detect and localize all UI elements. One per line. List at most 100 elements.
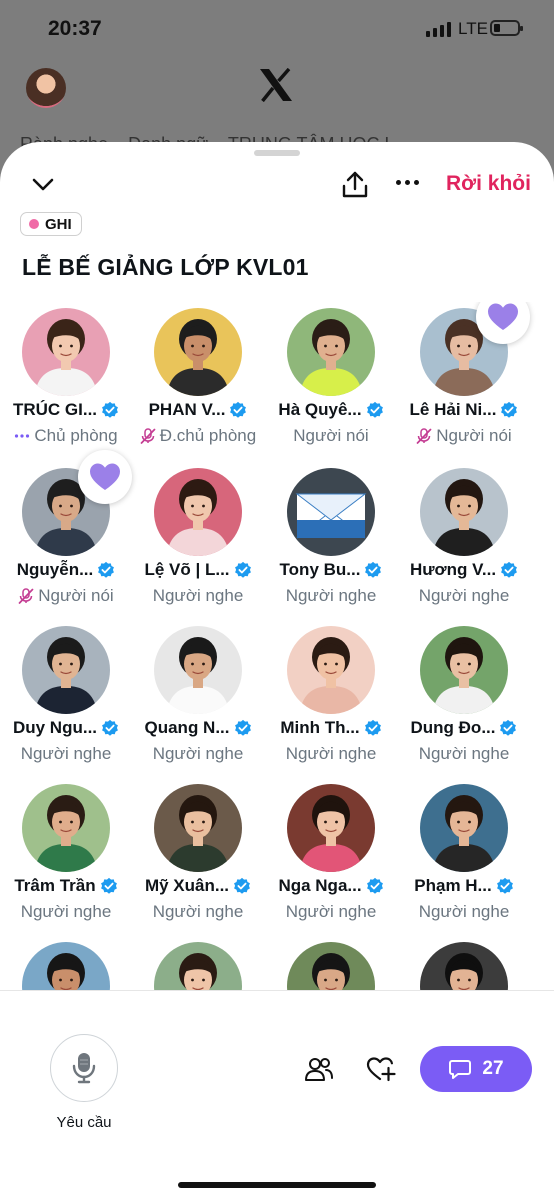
participant-name-row: Minh Th... [265,718,397,738]
participant-name-row: Tony Bu... [265,560,397,580]
participant-name: Lê Hải Ni... [409,400,497,419]
participant-card[interactable]: Minh Th... Người nghe [265,620,397,770]
verified-badge-icon [234,561,251,578]
participant-name: Duy Ngu... [12,718,98,737]
participant-avatar[interactable] [420,626,508,714]
participant-card[interactable]: TRÚC GI... Chủ phòng [0,302,132,452]
participant-avatar[interactable] [287,308,375,396]
participant-name-row: Dung Đo... [398,718,530,738]
participant-name: Nga Nga... [278,876,362,895]
participant-name-row: Duy Ngu... [0,718,132,738]
participant-role-row: Người nghe [265,902,397,922]
reaction-heart-icon [78,450,132,504]
participant-avatar[interactable] [22,784,110,872]
participant-role: Người nói [38,586,114,605]
divider [0,990,554,991]
participant-name-row: Quang N... [132,718,264,738]
heart-plus-icon[interactable] [366,1056,396,1082]
participant-card[interactable]: Phạm H... Người nghe [398,778,530,928]
mic-muted-icon [18,588,34,604]
participant-card[interactable]: Quang N... Người nghe [132,620,264,770]
comment-bubble-icon [449,1060,472,1079]
participant-role: Người nói [436,426,512,445]
status-bar: 20:37 LTE [0,0,554,60]
participant-card[interactable]: Duy Ngu... Người nghe [0,620,132,770]
participant-avatar[interactable] [420,468,508,556]
participant-role-row: Người nghe [398,744,530,764]
participant-card[interactable] [132,936,264,990]
participant-name-row: Nguyễn... [0,560,132,580]
participant-card[interactable]: Tony Bu... Người nghe [265,462,397,612]
participant-name: PHAN V... [148,400,226,419]
participant-role-row: Người nghe [265,586,397,606]
share-icon[interactable] [340,170,370,200]
participant-avatar[interactable] [22,308,110,396]
participants-grid: TRÚC GI... Chủ phòng PHAN V... Đ.chủ phòng H… [0,302,554,990]
participant-avatar[interactable] [154,942,242,990]
request-mic-button[interactable] [50,1034,118,1102]
participant-name: Dung Đo... [410,718,496,737]
participant-role: Người nghe [418,586,510,605]
verified-badge-icon [496,877,513,894]
people-icon[interactable] [304,1056,334,1082]
verified-badge-icon [501,561,517,578]
home-indicator[interactable] [178,1182,376,1188]
participant-role: Người nghe [20,744,112,763]
participant-card[interactable] [0,936,132,990]
participant-name-row: Hương V... [398,560,530,580]
network-type: LTE [458,19,488,38]
participant-avatar[interactable] [420,784,508,872]
participant-card[interactable]: Hà Quyê... Người nói [265,302,397,452]
participant-role-row: Người nghe [132,902,264,922]
participant-role: Người nghe [152,744,244,763]
participant-name: Lệ Võ | L... [144,560,230,579]
participant-name-row: Hà Quyê... [265,400,397,420]
participant-avatar[interactable] [154,468,242,556]
participant-role-row: Người nói [398,426,530,446]
chevron-down-icon[interactable] [32,176,54,192]
participant-avatar[interactable] [22,626,110,714]
participant-avatar[interactable] [287,468,375,556]
verified-badge-icon [102,719,118,736]
participant-avatar[interactable] [22,942,110,990]
participant-avatar[interactable] [154,784,242,872]
participant-role-row: Chủ phòng [0,426,132,446]
participant-avatar[interactable] [154,308,242,396]
participant-role: Người nghe [285,902,377,921]
participant-card[interactable] [265,936,397,990]
participant-name: Phạm H... [414,876,492,895]
participant-card[interactable]: Hương V... Người nghe [398,462,530,612]
participant-avatar[interactable] [287,942,375,990]
verified-badge-icon [365,561,382,578]
verified-badge-icon [102,401,118,418]
participant-name-row: Trâm Trần [0,876,132,896]
leave-button[interactable]: Rời khỏi [446,172,531,196]
participant-card[interactable] [398,936,530,990]
participant-card[interactable]: PHAN V... Đ.chủ phòng [132,302,264,452]
participant-name-row: Nga Nga... [265,876,397,896]
comments-button[interactable]: 27 [420,1046,532,1092]
participant-role-row: Người nói [0,586,132,606]
participant-name: TRÚC GI... [12,400,98,419]
participant-role-row: Người nghe [265,744,397,764]
participant-name-row: PHAN V... [132,400,264,420]
battery-icon [490,20,523,36]
participant-name-row: Mỹ Xuân... [132,876,264,896]
sheet-grabber[interactable] [254,150,300,156]
participant-card[interactable]: Mỹ Xuân... Người nghe [132,778,264,928]
participant-card[interactable]: Lệ Võ | L... Người nghe [132,462,264,612]
participant-avatar[interactable] [287,626,375,714]
participant-avatar[interactable] [420,942,508,990]
participant-role-row: Người nghe [0,902,132,922]
participant-avatar[interactable] [154,626,242,714]
participant-card[interactable]: Nga Nga... Người nghe [265,778,397,928]
more-options-icon[interactable] [396,180,419,185]
participant-name: Minh Th... [280,718,360,737]
verified-badge-icon [364,719,381,736]
participant-name-row: TRÚC GI... [0,400,132,420]
participant-card[interactable]: Trâm Trần Người nghe [0,778,132,928]
verified-badge-icon [500,719,517,736]
mic-muted-icon [416,428,432,444]
participant-avatar[interactable] [287,784,375,872]
participant-card[interactable]: Dung Đo... Người nghe [398,620,530,770]
